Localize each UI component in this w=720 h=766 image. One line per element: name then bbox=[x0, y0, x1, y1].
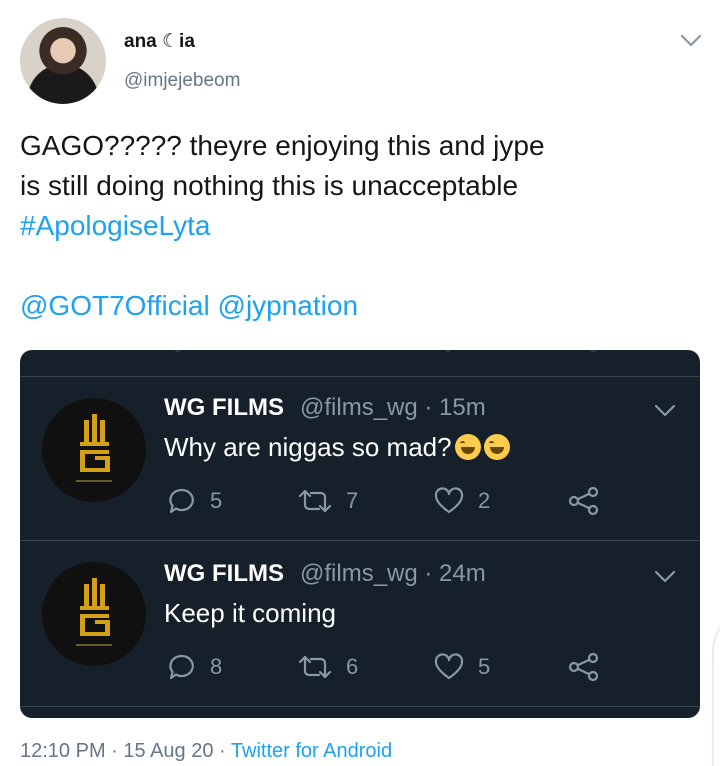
cropped-row-mark bbox=[445, 350, 451, 352]
share-button[interactable] bbox=[568, 652, 600, 682]
reply-text-content: Why are niggas so mad? bbox=[164, 432, 452, 462]
wg-films-logo[interactable] bbox=[42, 562, 146, 666]
separator: · bbox=[105, 740, 124, 762]
mention-link[interactable]: @jypnation bbox=[218, 290, 359, 321]
display-name[interactable]: ana ☾ia bbox=[124, 30, 195, 53]
reply-handle[interactable]: @films_wg bbox=[300, 394, 418, 421]
reply-icon bbox=[169, 488, 194, 514]
chevron-down-icon[interactable] bbox=[654, 404, 676, 418]
retweet-button[interactable]: 7 bbox=[298, 486, 358, 516]
like-button[interactable]: 5 bbox=[434, 652, 490, 682]
retweet-count: 7 bbox=[346, 488, 359, 513]
chevron-down-icon[interactable] bbox=[680, 34, 702, 48]
separator: · bbox=[417, 394, 440, 421]
tweet-text: GAGO????? theyre enjoying this and jype … bbox=[20, 126, 680, 246]
tweet-time: 12:10 PM bbox=[20, 740, 106, 762]
reply-handle[interactable]: @films_wg bbox=[300, 560, 418, 587]
card-edge bbox=[712, 628, 720, 766]
divider bbox=[20, 376, 700, 377]
hashtag-link[interactable]: #ApologiseLyta bbox=[20, 206, 680, 246]
retweet-count: 6 bbox=[346, 654, 359, 679]
mention-link[interactable]: @GOT7Official bbox=[20, 290, 210, 321]
reply-count: 5 bbox=[210, 488, 223, 513]
share-icon bbox=[568, 486, 599, 516]
like-button[interactable]: 2 bbox=[434, 486, 490, 516]
tweet-date: 15 Aug 20 bbox=[123, 740, 214, 762]
reply-button[interactable]: 8 bbox=[168, 652, 222, 682]
divider bbox=[20, 706, 700, 707]
like-count: 5 bbox=[478, 654, 491, 679]
retweet-button[interactable]: 6 bbox=[298, 652, 358, 682]
share-icon bbox=[568, 652, 599, 682]
grinning-squinting-face-icon bbox=[483, 434, 510, 460]
like-icon bbox=[434, 487, 464, 514]
reply-text: Why are niggas so mad? bbox=[164, 432, 510, 463]
reply-time: 24m bbox=[439, 560, 486, 587]
tweet-text-line: GAGO????? theyre enjoying this and jype bbox=[20, 130, 545, 161]
retweet-icon bbox=[298, 655, 332, 679]
reply-author-name[interactable]: WG FILMS bbox=[164, 394, 284, 422]
cropped-row-mark bbox=[175, 350, 181, 352]
embedded-screenshot[interactable]: WG FILMS @films_wg · 15m Why are niggas … bbox=[20, 350, 700, 718]
reply-button[interactable]: 5 bbox=[168, 486, 222, 516]
tweet-source-link[interactable]: Twitter for Android bbox=[231, 740, 392, 762]
retweet-icon bbox=[298, 489, 332, 513]
like-icon bbox=[434, 653, 464, 680]
grinning-squinting-face-icon bbox=[454, 434, 481, 460]
reply-text: Keep it coming bbox=[164, 598, 336, 628]
reply-count: 8 bbox=[210, 654, 223, 679]
avatar[interactable] bbox=[20, 18, 106, 104]
mentions: @GOT7Official @jypnation bbox=[20, 286, 358, 326]
wg-films-logo[interactable] bbox=[42, 398, 146, 502]
divider bbox=[20, 540, 700, 541]
separator: · bbox=[417, 560, 440, 587]
separator: · bbox=[213, 740, 231, 762]
reply-author-meta: @films_wg · 24m bbox=[300, 560, 486, 588]
tweet-timestamp: 12:10 PM · 15 Aug 20 · Twitter for Andro… bbox=[20, 740, 392, 763]
cropped-row-mark bbox=[590, 350, 596, 352]
like-count: 2 bbox=[478, 488, 491, 513]
chevron-down-icon[interactable] bbox=[654, 570, 676, 584]
share-button[interactable] bbox=[568, 486, 600, 516]
reply-author-meta: @films_wg · 15m bbox=[300, 394, 486, 422]
reply-author-name[interactable]: WG FILMS bbox=[164, 560, 284, 588]
reply-icon bbox=[169, 654, 194, 680]
reply-time: 15m bbox=[439, 394, 486, 421]
tweet-text-line: is still doing nothing this is unaccepta… bbox=[20, 170, 519, 201]
handle[interactable]: @imjejebeom bbox=[124, 70, 240, 92]
